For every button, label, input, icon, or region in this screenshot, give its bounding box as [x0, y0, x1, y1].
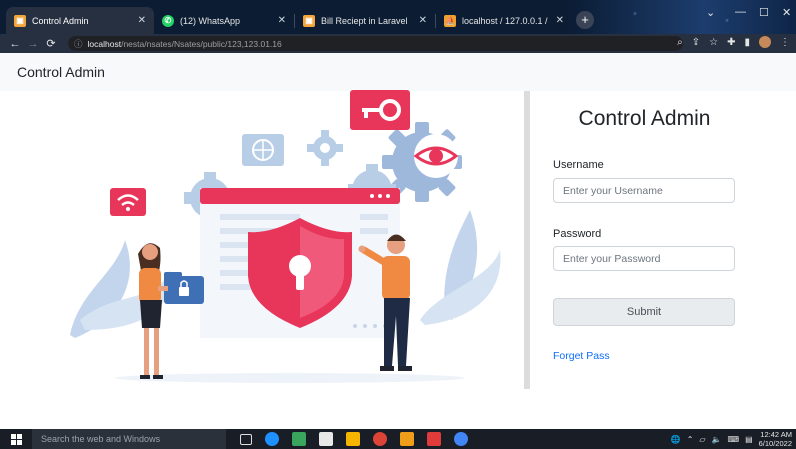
site-navbar: Control Admin: [0, 53, 796, 91]
network-icon[interactable]: ▱: [699, 435, 705, 444]
url-host: localhost: [87, 38, 122, 49]
tab-control-admin[interactable]: ▣ Control Admin ✕: [6, 7, 154, 34]
extensions-puzzle-icon[interactable]: ✚: [727, 37, 735, 48]
url-path: /nesta/nsates/Nsates/public/123,123.01.1…: [121, 38, 282, 49]
whatsapp-favicon-icon: ✆: [162, 14, 174, 27]
sidepanel-icon[interactable]: ▮: [744, 37, 750, 48]
laravel-favicon-icon: ▣: [14, 14, 26, 27]
password-label: Password: [553, 228, 602, 240]
tray-chevron-up-icon[interactable]: ⌃: [687, 435, 694, 444]
forget-pass-link[interactable]: Forget Pass: [553, 350, 610, 362]
tab-bill-reciept[interactable]: ▣ Bill Reciept in Laravel ✕: [295, 7, 435, 34]
navbar-brand[interactable]: Control Admin: [17, 64, 105, 80]
clock-date: 6/10/2022: [758, 439, 792, 448]
media-player-icon[interactable]: [427, 432, 441, 446]
profile-avatar[interactable]: [759, 36, 771, 48]
chrome-icon[interactable]: [373, 432, 387, 446]
share-icon[interactable]: ⇪: [692, 37, 700, 48]
tab-title: Bill Reciept in Laravel: [321, 15, 408, 26]
url-input[interactable]: ⓘ localhost/nesta/nsates/Nsates/public/1…: [68, 36, 683, 51]
task-view-icon[interactable]: [240, 433, 252, 445]
forward-arrow-icon[interactable]: →: [24, 38, 42, 50]
taskbar-apps: [240, 429, 468, 449]
globe-card-icon: [242, 134, 284, 166]
zoom-icon[interactable]: ⌕: [677, 37, 683, 48]
submit-button[interactable]: Submit: [553, 298, 735, 326]
chevron-down-icon[interactable]: ⌄: [706, 6, 715, 19]
file-explorer-icon[interactable]: [346, 432, 360, 446]
username-label: Username: [553, 159, 604, 171]
close-tab-icon[interactable]: ✕: [138, 15, 146, 26]
bookmark-star-icon[interactable]: ☆: [709, 37, 718, 48]
windows-taskbar: Search the web and Windows 🌐 ⌃ ▱ 🔈 ⌨ ▤ 1…: [0, 429, 796, 449]
photos-app-icon[interactable]: [292, 432, 306, 446]
store-bag-icon[interactable]: [319, 432, 333, 446]
vertical-divider: [524, 91, 530, 389]
tab-title: localhost / 127.0.0.1 / bill_reciep: [462, 15, 550, 26]
address-bar-row: ← → ⟳ ⓘ localhost/nesta/nsates/Nsates/pu…: [0, 34, 796, 53]
folder-lock-icon: [164, 272, 204, 304]
tab-title: Control Admin: [32, 15, 89, 26]
sublime-text-icon[interactable]: [400, 432, 414, 446]
close-tab-icon[interactable]: ✕: [419, 15, 427, 26]
wifi-card-icon: [110, 188, 146, 216]
toolbar-icons: ⌕ ⇪ ☆ ✚ ▮ ⋮: [677, 36, 790, 48]
ground-shadow: [115, 373, 465, 383]
leaf-right-icon: [420, 210, 501, 325]
start-button[interactable]: [0, 429, 32, 449]
minimize-icon[interactable]: —: [735, 6, 746, 18]
close-window-icon[interactable]: ✕: [782, 6, 791, 19]
eye-icon: [413, 134, 459, 178]
edge-browser-icon[interactable]: [265, 432, 279, 446]
woman-figure: [138, 243, 204, 379]
system-tray: 🌐 ⌃ ▱ 🔈 ⌨ ▤ 12:42 AM 6/10/2022: [671, 429, 792, 449]
key-card-icon: [350, 90, 410, 130]
laravel-favicon-icon: ▣: [303, 14, 315, 27]
close-tab-icon[interactable]: ✕: [556, 15, 564, 26]
back-arrow-icon[interactable]: ←: [6, 38, 24, 50]
security-illustration: [70, 90, 501, 383]
login-title: Control Admin: [578, 107, 711, 130]
windows-logo-icon: [10, 433, 22, 445]
volume-icon[interactable]: 🔈: [712, 435, 722, 444]
clock-time: 12:42 AM: [760, 430, 792, 439]
password-input[interactable]: [553, 246, 735, 271]
new-tab-button[interactable]: +: [576, 11, 594, 29]
help-globe-icon[interactable]: 🌐: [671, 435, 681, 444]
notifications-icon[interactable]: ▤: [745, 435, 753, 444]
browser-tab-strip: ▣ Control Admin ✕ ✆ (12) WhatsApp ✕ ▣ Bi…: [0, 0, 796, 34]
kebab-menu-icon[interactable]: ⋮: [780, 37, 790, 48]
info-icon[interactable]: ⓘ: [74, 38, 83, 50]
clock[interactable]: 12:42 AM 6/10/2022: [759, 430, 792, 448]
close-tab-icon[interactable]: ✕: [278, 15, 286, 26]
chrome-profile-icon[interactable]: [454, 432, 468, 446]
phpmyadmin-favicon-icon: ⛵: [444, 14, 456, 27]
tab-title: (12) WhatsApp: [180, 15, 241, 26]
username-input[interactable]: [553, 178, 735, 203]
tab-whatsapp[interactable]: ✆ (12) WhatsApp ✕: [154, 7, 294, 34]
tab-phpmyadmin[interactable]: ⛵ localhost / 127.0.0.1 / bill_reciep ✕: [436, 7, 572, 34]
keyboard-icon[interactable]: ⌨: [728, 435, 740, 444]
maximize-icon[interactable]: ☐: [759, 6, 769, 19]
taskbar-search-box[interactable]: Search the web and Windows: [32, 429, 226, 449]
reload-icon[interactable]: ⟳: [42, 37, 60, 50]
